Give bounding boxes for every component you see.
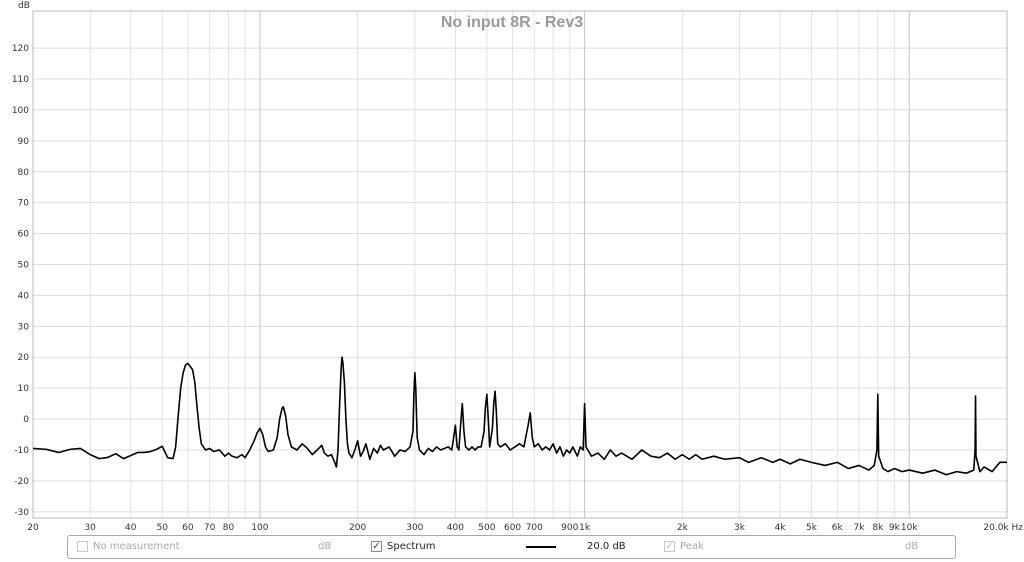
y-tick-label: -20 bbox=[14, 477, 29, 487]
y-tick-label: 10 bbox=[18, 384, 30, 394]
y-tick-label: 70 bbox=[18, 199, 30, 209]
x-tick-label: 1k bbox=[579, 523, 591, 533]
x-tick-label: 7k bbox=[853, 523, 865, 533]
legend-bar: No measurement dB ✓ Spectrum 20.0 dB ✓ P… bbox=[67, 535, 956, 559]
peak-checkbox[interactable]: ✓ bbox=[664, 541, 675, 552]
peak-unit: dB bbox=[905, 541, 919, 552]
plot-background bbox=[0, 0, 1024, 535]
x-tick-label: 3k bbox=[734, 523, 746, 533]
legend-spectrum[interactable]: ✓ Spectrum 20.0 dB bbox=[368, 536, 658, 558]
x-tick-label: 500 bbox=[478, 523, 495, 533]
x-tick-label: 400 bbox=[447, 523, 464, 533]
y-tick-label: 80 bbox=[18, 168, 30, 178]
x-tick-label: 5k bbox=[806, 523, 818, 533]
y-tick-label: 60 bbox=[18, 230, 30, 240]
x-tick-label: 70 bbox=[204, 523, 216, 533]
legend-peak[interactable]: ✓ Peak dB bbox=[658, 536, 955, 558]
x-tick-label: 6k bbox=[832, 523, 844, 533]
x-tick-label: 700 bbox=[526, 523, 543, 533]
y-tick-label: 20 bbox=[18, 353, 30, 363]
no-measurement-unit: dB bbox=[318, 541, 332, 552]
y-tick-label: 120 bbox=[12, 44, 29, 54]
y-tick-label: 0 bbox=[23, 415, 29, 425]
spectrum-label: Spectrum bbox=[387, 541, 436, 552]
x-tick-label: 40 bbox=[125, 523, 137, 533]
y-tick-label: 110 bbox=[12, 75, 29, 85]
x-tick-label: 900 bbox=[561, 523, 578, 533]
y-tick-label: 90 bbox=[18, 137, 30, 147]
spectrum-chart: 1201101009080706050403020100-10-20-30 20… bbox=[0, 0, 1024, 535]
legend-no-measurement[interactable]: No measurement dB bbox=[68, 536, 368, 558]
x-tick-label: 50 bbox=[156, 523, 168, 533]
spectrum-checkbox[interactable]: ✓ bbox=[371, 541, 382, 552]
y-tick-label: 50 bbox=[18, 261, 30, 271]
x-tick-label: 20 bbox=[27, 523, 39, 533]
x-tick-label: 4k bbox=[775, 523, 787, 533]
x-tick-label: 100 bbox=[251, 523, 268, 533]
x-tick-label: 2k bbox=[677, 523, 689, 533]
x-tick-label: 80 bbox=[223, 523, 235, 533]
y-tick-label: -30 bbox=[14, 508, 29, 518]
x-tick-label: 10k bbox=[901, 523, 918, 533]
y-axis-label: dB bbox=[18, 1, 30, 11]
x-tick-label: 200 bbox=[349, 523, 366, 533]
x-tick-label: 600 bbox=[504, 523, 521, 533]
x-tick-label: 20.0k Hz bbox=[983, 523, 1023, 533]
y-tick-label: 40 bbox=[18, 291, 30, 301]
y-tick-label: -10 bbox=[14, 446, 29, 456]
x-tick-label: 300 bbox=[406, 523, 423, 533]
x-tick-label: 9k bbox=[889, 523, 901, 533]
peak-label: Peak bbox=[680, 541, 704, 552]
x-tick-label: 30 bbox=[84, 523, 96, 533]
chart-title: No input 8R - Rev3 bbox=[441, 14, 583, 31]
no-measurement-checkbox[interactable] bbox=[77, 541, 88, 552]
y-tick-label: 100 bbox=[12, 106, 29, 116]
spectrum-offset-value[interactable]: 20.0 dB bbox=[587, 536, 626, 558]
no-measurement-label: No measurement bbox=[93, 541, 180, 552]
y-tick-label: 30 bbox=[18, 322, 30, 332]
spectrum-line-swatch bbox=[526, 546, 556, 548]
x-tick-label: 8k bbox=[872, 523, 884, 533]
x-tick-label: 60 bbox=[182, 523, 194, 533]
